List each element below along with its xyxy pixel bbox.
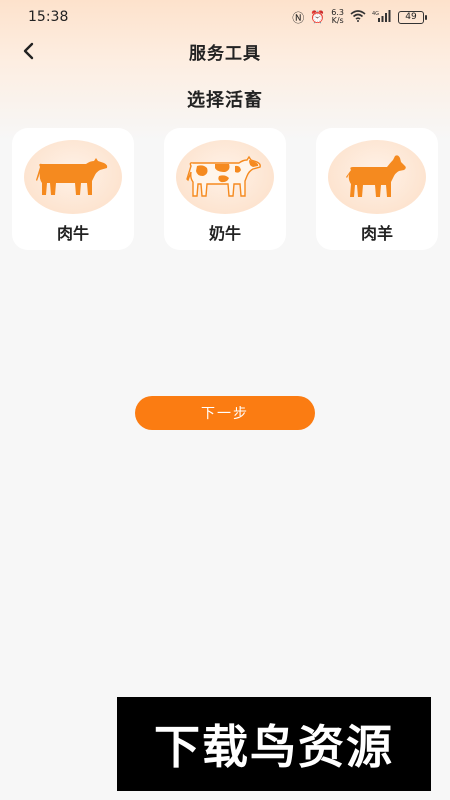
status-time: 15:38 (28, 9, 69, 25)
animal-card-label: 肉羊 (360, 224, 393, 243)
section-title: 选择活畜 (187, 90, 263, 111)
svg-text:4G: 4G (372, 11, 379, 17)
battery-icon: 49 (398, 10, 427, 24)
animal-card-list: 肉牛 奶牛 肉羊 (12, 128, 438, 250)
animal-card-label: 奶牛 (208, 224, 241, 243)
next-step-button[interactable]: 下一步 (135, 396, 315, 430)
page-title: 服务工具 (189, 43, 261, 64)
watermark-logo: 下载鸟资源 (117, 697, 431, 791)
cellular-signal-icon: 4G (372, 9, 392, 25)
sheep-icon (346, 155, 406, 197)
animal-icon-circle (176, 140, 274, 214)
animal-card-beef-cattle[interactable]: 肉牛 (12, 128, 134, 250)
animal-icon-circle (24, 140, 122, 214)
animal-card-sheep[interactable]: 肉羊 (316, 128, 438, 250)
animal-card-dairy-cow[interactable]: 奶牛 (164, 128, 286, 250)
animal-icon-circle (328, 140, 426, 214)
back-button[interactable] (14, 36, 42, 66)
status-icons: Ⓝ ⏰ 6.3 K/s 4G 49 (292, 8, 427, 26)
chevron-left-icon (23, 42, 34, 60)
beef-cattle-icon (36, 158, 108, 195)
navigation-bar: 服务工具 (0, 34, 450, 68)
nfc-icon: Ⓝ (292, 10, 305, 25)
network-speed: 6.3 K/s (331, 8, 344, 25)
dairy-cow-icon (186, 155, 261, 197)
wifi-icon (350, 9, 366, 25)
status-bar: 15:38 Ⓝ ⏰ 6.3 K/s 4G 49 (0, 0, 450, 34)
alarm-icon: ⏰ (310, 10, 326, 24)
animal-card-label: 肉牛 (56, 224, 89, 243)
